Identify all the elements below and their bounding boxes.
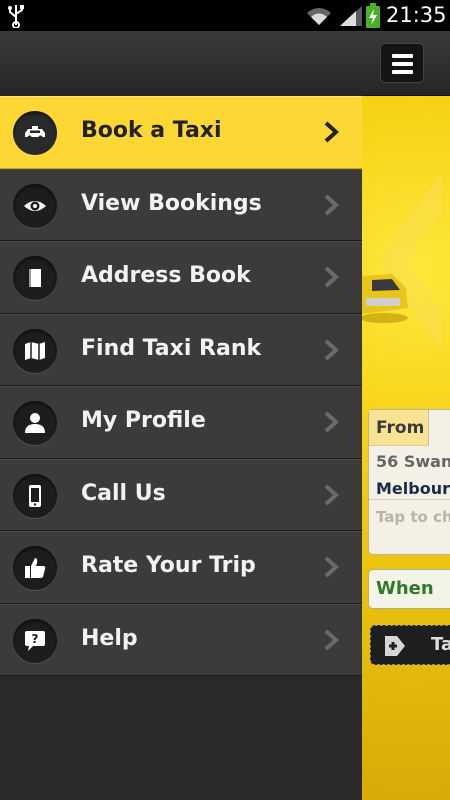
- menu-item-my-profile[interactable]: My Profile: [0, 386, 362, 459]
- menu-button[interactable]: [380, 43, 424, 83]
- menu-item-label: Rate Your Trip: [81, 553, 256, 578]
- menu-item-call-us[interactable]: Call Us: [0, 458, 362, 531]
- chevron-right-icon: [324, 556, 339, 578]
- pickup-address-card[interactable]: From 56 Swans Melbourn Tap to ch: [368, 409, 450, 555]
- tap-button-label: Ta: [431, 634, 450, 655]
- taxi-car-graphic: [362, 274, 408, 323]
- menu-item-find-taxi-rank[interactable]: Find Taxi Rank: [0, 313, 362, 386]
- when-label: When: [376, 578, 434, 599]
- taxi-icon: [25, 126, 45, 140]
- signal-icon: [340, 6, 362, 26]
- chevron-right-icon: [324, 121, 339, 143]
- drawer-menu-list: Book a Taxi View Bookings Address Book F…: [0, 96, 362, 676]
- from-tab: From: [369, 410, 429, 446]
- thumbs-up-icon: [25, 558, 46, 578]
- menu-item-rate-your-trip[interactable]: Rate Your Trip: [0, 531, 362, 604]
- drawer-empty-area: [0, 676, 362, 800]
- menu-item-label: Address Book: [81, 263, 251, 288]
- pickup-tap-hint: Tap to ch: [376, 508, 450, 526]
- chevron-right-icon: [324, 411, 339, 433]
- menu-item-label: My Profile: [81, 408, 206, 433]
- drawer-header: [0, 31, 362, 96]
- map-icon: [25, 341, 45, 360]
- hamburger-icon: [392, 54, 413, 58]
- add-location-icon: [385, 636, 405, 656]
- card-divider: [369, 499, 450, 500]
- usb-icon: [8, 5, 24, 28]
- wifi-icon: [307, 8, 331, 25]
- menu-item-label: Call Us: [81, 480, 166, 506]
- status-bar: 21:35: [0, 0, 450, 31]
- menu-item-help[interactable]: ? Help: [0, 603, 362, 676]
- menu-item-label: Book a Taxi: [81, 118, 222, 143]
- chevron-right-icon: [324, 629, 339, 650]
- chevron-right-icon: [324, 194, 339, 215]
- chevron-right-icon: [324, 266, 339, 288]
- pickup-city: Melbourn: [376, 479, 450, 498]
- menu-item-label: View Bookings: [81, 190, 262, 216]
- eye-icon: [24, 200, 46, 211]
- menu-item-label: Find Taxi Rank: [81, 335, 262, 361]
- pickup-street: 56 Swans: [376, 452, 450, 471]
- book-icon: [29, 269, 41, 287]
- chevron-right-icon: [324, 484, 339, 505]
- navigation-drawer: Book a Taxi View Bookings Address Book F…: [0, 31, 362, 800]
- menu-item-address-book[interactable]: Address Book: [0, 241, 362, 314]
- person-icon: [25, 413, 45, 433]
- phone-icon: [29, 484, 41, 507]
- tap-button[interactable]: Ta: [370, 625, 450, 665]
- when-card[interactable]: When: [368, 569, 450, 609]
- menu-item-book-a-taxi[interactable]: Book a Taxi: [0, 96, 362, 169]
- menu-item-view-bookings[interactable]: View Bookings: [0, 168, 362, 241]
- battery-charging-icon: [366, 3, 380, 28]
- main-screen: From 56 Swans Melbourn Tap to ch When Ta: [362, 31, 450, 800]
- clock-time: 21:35: [386, 3, 447, 27]
- menu-item-label: Help: [81, 625, 138, 651]
- main-top-bar: [362, 31, 450, 96]
- svg-text:?: ?: [32, 632, 39, 646]
- chevron-right-icon: [324, 339, 339, 360]
- help-bubble-icon: ?: [25, 630, 45, 651]
